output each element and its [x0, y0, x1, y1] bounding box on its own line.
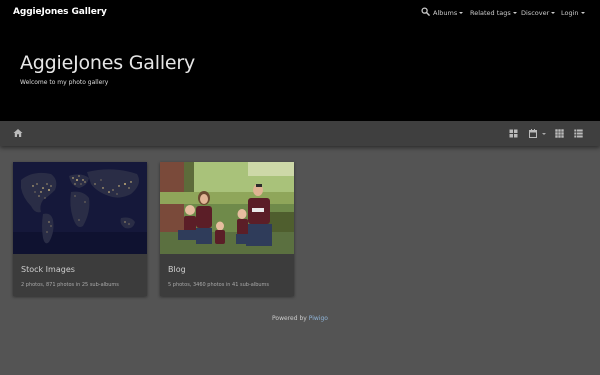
page-title: AggieJones Gallery	[20, 52, 196, 74]
album-title[interactable]: Stock Images	[21, 265, 75, 274]
caret-down-icon	[459, 12, 464, 14]
home-icon[interactable]	[13, 128, 23, 138]
nav-login-label: Login	[561, 9, 579, 17]
caret-down-icon	[551, 12, 556, 14]
nav-related-tags-menu[interactable]: Related tags	[470, 9, 517, 17]
grid-view-icon[interactable]	[509, 129, 518, 138]
caret-down-icon	[542, 133, 546, 135]
brand-link[interactable]: AggieJones Gallery	[13, 7, 107, 17]
page-subtitle: Welcome to my photo gallery	[20, 79, 109, 86]
piwigo-link[interactable]: Piwigo	[309, 315, 328, 322]
list-view-icon[interactable]	[574, 129, 583, 138]
album-title[interactable]: Blog	[168, 265, 186, 274]
nav-albums-menu[interactable]: Albums	[433, 9, 464, 17]
footer: Powered by Piwigo	[0, 315, 600, 322]
nav-login-menu[interactable]: Login	[561, 9, 585, 17]
search-icon[interactable]	[421, 7, 430, 16]
breadcrumb-toolbar	[0, 121, 600, 146]
nav-related-tags-label: Related tags	[470, 9, 511, 17]
album-thumbnail-world-at-night[interactable]	[13, 162, 147, 254]
album-card-stock-images[interactable]: Stock Images 2 photos, 871 photos in 25 …	[13, 162, 147, 296]
nav-albums-label: Albums	[433, 9, 458, 17]
album-card-blog[interactable]: Blog 5 photos, 3460 photos in 41 sub-alb…	[160, 162, 294, 296]
calendar-icon	[529, 129, 537, 138]
calendar-dropdown[interactable]	[529, 129, 546, 138]
top-navbar: AggieJones Gallery Albums Related tags D…	[0, 0, 600, 24]
thumbnails-icon[interactable]	[555, 129, 564, 138]
caret-down-icon	[512, 12, 517, 14]
album-meta: 5 photos, 3460 photos in 41 sub-albums	[168, 282, 270, 288]
nav-discover-label: Discover	[521, 9, 550, 17]
album-thumbnail-family-photo[interactable]	[160, 162, 294, 254]
footer-text: Powered by	[272, 315, 307, 322]
album-meta: 2 photos, 871 photos in 25 sub-albums	[21, 282, 119, 288]
caret-down-icon	[580, 12, 585, 14]
nav-discover-menu[interactable]: Discover	[521, 9, 556, 17]
